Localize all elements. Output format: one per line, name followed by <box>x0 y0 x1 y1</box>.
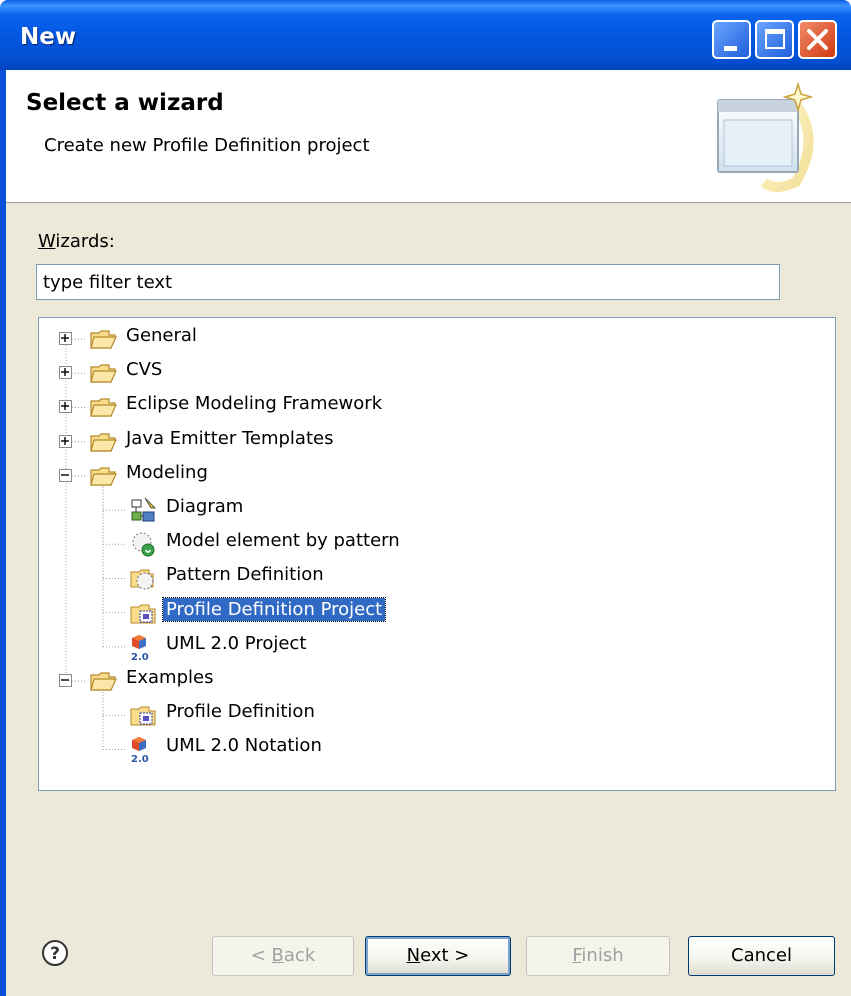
expand-icon[interactable] <box>59 332 72 345</box>
tree-wizard-item[interactable]: 2.0 UML 2.0 Notation <box>39 732 829 763</box>
wizards-label-mnemonic: W <box>38 231 56 252</box>
wizard-tree[interactable]: General CVS Eclipse Modeling Framework Java… <box>38 317 836 791</box>
minimize-icon <box>724 46 737 51</box>
tree-category[interactable]: CVS <box>39 356 829 386</box>
finish-button-text: inish <box>581 945 624 966</box>
tree-item-label: Model element by pattern <box>166 530 400 552</box>
finish-button[interactable]: Finish <box>526 936 670 976</box>
next-button[interactable]: Next > <box>365 936 511 976</box>
folder-icon <box>90 330 117 349</box>
dialog-body: Select a wizard Create new Profile Defin… <box>6 70 851 996</box>
tree-wizard-item[interactable]: Pattern Definition <box>39 561 829 591</box>
next-button-text: ext > <box>420 945 470 966</box>
folder-icon <box>90 467 117 486</box>
maximize-button[interactable] <box>755 20 794 59</box>
tree-item-label: Profile Definition <box>166 701 315 723</box>
tree-category[interactable]: Java Emitter Templates <box>39 425 829 455</box>
collapse-icon[interactable] <box>59 674 72 687</box>
tree-category[interactable]: Examples <box>39 664 829 694</box>
tree-category[interactable]: Eclipse Modeling Framework <box>39 390 829 420</box>
minimize-button[interactable] <box>712 20 751 59</box>
tree-item-label: Examples <box>126 667 214 688</box>
folder-icon <box>90 432 117 452</box>
back-button[interactable]: < Back <box>212 936 354 976</box>
wizards-label: Wizards: <box>38 231 115 252</box>
expand-icon[interactable] <box>59 400 72 414</box>
svg-text:2.0: 2.0 <box>131 754 149 763</box>
svg-text:2.0: 2.0 <box>131 652 149 661</box>
wizard-header: Select a wizard Create new Profile Defin… <box>6 70 851 203</box>
uml-icon: 2.0 <box>131 737 149 763</box>
profile-project-icon <box>130 706 156 726</box>
tree-wizard-item[interactable]: Profile Definition <box>39 698 829 728</box>
back-button-mnemonic: B <box>271 945 284 966</box>
profile-project-icon <box>130 604 156 624</box>
tree-item-label: Profile Definition Project <box>161 596 387 622</box>
tree-item-label: Modeling <box>126 461 208 483</box>
expand-icon[interactable] <box>59 366 72 380</box>
collapse-icon[interactable] <box>59 468 72 482</box>
back-button-prefix: < <box>250 945 272 966</box>
next-button-mnemonic: N <box>406 945 421 966</box>
tree-wizard-item[interactable]: Model element by pattern <box>39 527 829 557</box>
new-wizard-dialog: New Select a wizard Create new Profile D… <box>0 0 851 996</box>
tree-category[interactable]: General <box>39 322 829 352</box>
expand-icon[interactable] <box>59 434 72 448</box>
tree-item-label: Java Emitter Templates <box>126 427 334 449</box>
tree-item-label: UML 2.0 Project <box>166 632 307 654</box>
cancel-button[interactable]: Cancel <box>688 936 835 976</box>
title-bar[interactable]: New <box>0 0 851 70</box>
uml-icon: 2.0 <box>131 634 149 661</box>
folder-icon <box>90 672 117 691</box>
page-description: Create new Profile Definition project <box>44 135 370 156</box>
svg-text:?: ? <box>50 944 60 964</box>
tree-item-label: Eclipse Modeling Framework <box>126 393 383 415</box>
folder-icon <box>90 398 117 417</box>
pattern-definition-icon <box>130 569 154 590</box>
tree-wizard-item[interactable]: Profile Definition Project <box>39 596 829 626</box>
window-title: New <box>20 24 77 50</box>
tree-item-label: General <box>126 325 197 346</box>
tree-item-label: Pattern Definition <box>166 564 324 586</box>
diagram-icon <box>131 497 157 522</box>
filter-input[interactable] <box>36 264 780 300</box>
close-button[interactable] <box>798 20 837 59</box>
tree-item-label: Diagram <box>166 496 244 517</box>
close-icon <box>807 29 828 50</box>
maximize-icon <box>765 29 785 49</box>
page-title: Select a wizard <box>26 90 224 116</box>
pattern-element-icon <box>132 532 155 557</box>
tree-category[interactable]: Modeling <box>39 459 829 489</box>
tree-wizard-item[interactable]: 2.0 UML 2.0 Project <box>39 630 829 661</box>
tree-wizard-item[interactable]: Diagram <box>39 493 829 523</box>
wizards-label-text: izards: <box>55 231 115 252</box>
tree-item-label: UML 2.0 Notation <box>166 735 322 757</box>
tree-item-label: CVS <box>126 359 163 381</box>
back-button-text: ack <box>283 945 316 966</box>
help-icon[interactable]: ? <box>40 938 70 968</box>
new-wizard-banner-icon <box>717 82 814 192</box>
folder-icon <box>90 364 117 383</box>
